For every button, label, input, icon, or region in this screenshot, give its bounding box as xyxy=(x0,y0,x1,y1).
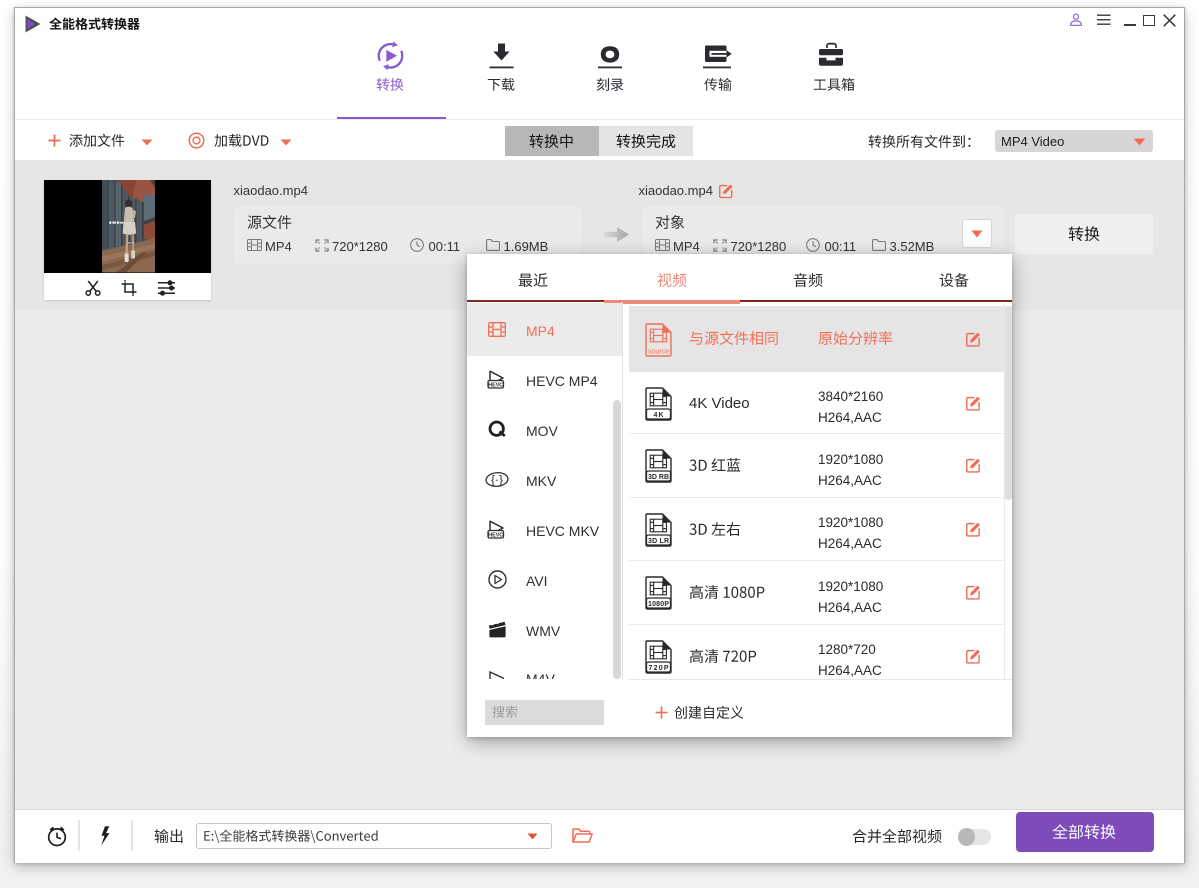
svg-text:source: source xyxy=(647,349,668,356)
svg-text:4K: 4K xyxy=(653,411,663,418)
svg-text:HEVC: HEVC xyxy=(488,532,503,538)
svg-text:HEVC: HEVC xyxy=(488,382,503,388)
svg-text:3D RB: 3D RB xyxy=(648,474,669,481)
svg-text:1080P: 1080P xyxy=(648,601,669,608)
svg-text:3D LR: 3D LR xyxy=(648,537,669,544)
svg-text:{·}: {·} xyxy=(491,473,503,487)
svg-text:720P: 720P xyxy=(648,664,668,671)
